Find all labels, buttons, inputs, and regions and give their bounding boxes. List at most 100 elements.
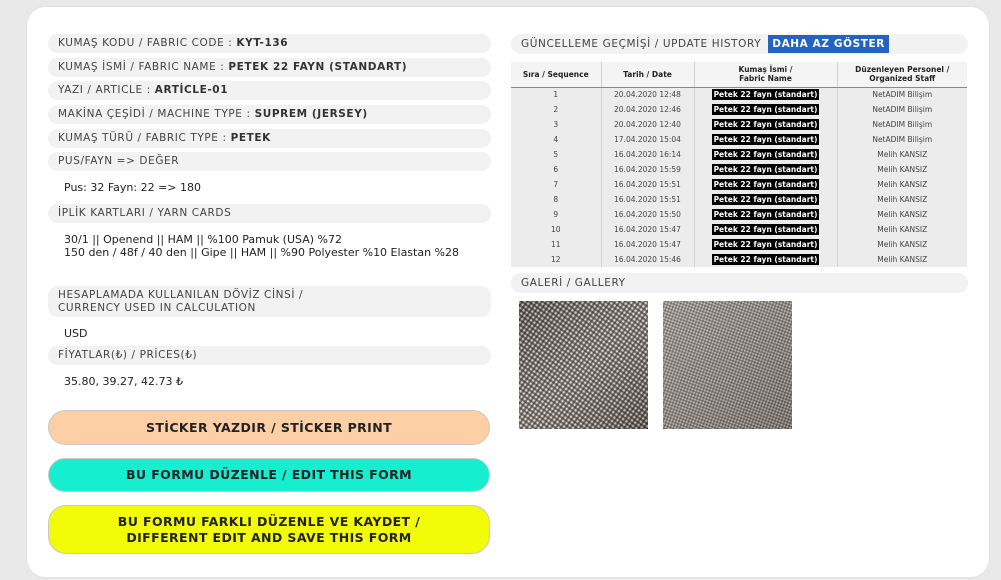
date-cell: 16.04.2020 15:51 xyxy=(601,177,695,192)
fabric-name-badge: Petek 22 fayn (standart) xyxy=(711,104,820,115)
fabric-name-cell: Petek 22 fayn (standart) xyxy=(694,222,838,237)
staff-cell: Melih KANSIZ xyxy=(877,180,928,189)
fabric-name-badge: Petek 22 fayn (standart) xyxy=(711,164,820,175)
sequence-cell: 4 xyxy=(511,132,602,147)
gallery-image[interactable] xyxy=(519,301,648,429)
history-panel: GÜNCELLEME GEÇMİŞİ / UPDATE HISTORY DAHA… xyxy=(511,34,968,429)
edit-form-button[interactable]: BU FORMU DÜZENLE / EDIT THIS FORM xyxy=(48,458,490,492)
save-button-line: DIFFERENT EDIT AND SAVE THIS FORM xyxy=(126,529,412,545)
date-cell: 16.04.2020 16:14 xyxy=(601,147,695,162)
update-history-title: GÜNCELLEME GEÇMİŞİ / UPDATE HISTORY xyxy=(521,38,762,50)
table-row: 3 20.04.2020 12:40 Petek 22 fayn (standart… xyxy=(511,117,967,132)
date-cell: 20.04.2020 12:48 xyxy=(601,87,695,102)
fabric-name-cell: Petek 22 fayn (standart) xyxy=(694,207,838,222)
fabric-type-label: KUMAŞ TÜRÜ / FABRIC TYPE : xyxy=(58,132,227,144)
fabric-name-badge: Petek 22 fayn (standart) xyxy=(711,134,820,145)
fabric-name-cell: Petek 22 fayn (standart) xyxy=(694,252,838,267)
sequence-cell: 5 xyxy=(511,147,602,162)
prices-label: FİYATLAR(₺) / PRİCES(₺) xyxy=(48,346,491,365)
fabric-name-badge: Petek 22 fayn (standart) xyxy=(711,149,820,160)
article-value: ARTİCLE-01 xyxy=(154,84,229,96)
staff-cell: NetADIM Bilişim xyxy=(872,120,933,129)
date-cell: 16.04.2020 15:59 xyxy=(601,162,695,177)
article-label: YAZI / ARTICLE : xyxy=(58,84,151,96)
sequence-cell: 7 xyxy=(511,177,602,192)
save-button-line: BU FORMU FARKLI DÜZENLE VE KAYDET / xyxy=(117,513,421,529)
date-cell: 16.04.2020 15:47 xyxy=(601,237,695,252)
table-row: 6 16.04.2020 15:59 Petek 22 fayn (standart… xyxy=(511,162,967,177)
yarn-cards-label: İPLİK KARTLARI / YARN CARDS xyxy=(48,204,491,223)
yarn-cards-list: 30/1 || Openend || HAM || %100 Pamuk (US… xyxy=(48,223,491,286)
machine-type-value: SUPREM (JERSEY) xyxy=(254,108,368,120)
date-cell: 20.04.2020 12:46 xyxy=(601,102,695,117)
staff-cell: NetADIM Bilişim xyxy=(872,135,933,144)
table-row: 11 16.04.2020 15:47 Petek 22 fayn (standar… xyxy=(511,237,967,252)
fabric-name-cell: Petek 22 fayn (standart) xyxy=(694,117,838,132)
update-history-table: Sıra / Sequence Tarih / Date Kumaş İsmi … xyxy=(511,62,967,267)
staff-column-header: Düzenleyen Personel / Organized Staff xyxy=(837,62,967,88)
fabric-name-badge: Petek 22 fayn (standart) xyxy=(711,194,820,205)
sequence-cell: 8 xyxy=(511,192,602,207)
fabric-name-cell: Petek 22 fayn (standart) xyxy=(694,132,838,147)
sequence-cell: 2 xyxy=(511,102,602,117)
sequence-cell: 11 xyxy=(511,237,602,252)
sequence-cell: 3 xyxy=(511,117,602,132)
table-row: 9 16.04.2020 15:50 Petek 22 fayn (standart… xyxy=(511,207,967,222)
machine-type-row: MAKİNA ÇEŞİDİ / MACHINE TYPE : SUPREM (J… xyxy=(48,105,491,124)
sequence-cell: 1 xyxy=(511,87,602,102)
staff-cell: NetADIM Bilişim xyxy=(872,90,933,100)
date-cell: 16.04.2020 15:51 xyxy=(601,192,695,207)
fabric-name-value: PETEK 22 FAYN (STANDART) xyxy=(228,61,408,73)
sequence-cell: 12 xyxy=(511,252,602,267)
fabric-code-value: KYT-136 xyxy=(236,37,289,49)
fabric-photo-light xyxy=(663,301,792,429)
prices-value: 35.80, 39.27, 42.73 ₺ xyxy=(64,375,183,388)
fabric-code-label: KUMAŞ KODU / FABRIC CODE : xyxy=(58,37,233,49)
staff-cell: NetADIM Bilişim xyxy=(872,105,933,114)
staff-cell: Melih KANSIZ xyxy=(877,210,928,219)
sequence-cell: 9 xyxy=(511,207,602,222)
history-rows: 1 20.04.2020 12:48 Petek 22 fayn (standart… xyxy=(511,87,967,267)
sequence-column-header: Sıra / Sequence xyxy=(511,62,602,88)
fabric-name-badge: Petek 22 fayn (standart) xyxy=(711,224,820,235)
fabric-type-value: PETEK xyxy=(230,132,271,144)
yarn-card-line: 150 den / 48f / 40 den || Gipe || HAM ||… xyxy=(64,245,460,259)
date-cell: 16.04.2020 15:46 xyxy=(601,252,695,267)
staff-cell: Melih KANSIZ xyxy=(877,225,928,234)
different-edit-save-button[interactable]: BU FORMU FARKLI DÜZENLE VE KAYDET / DIFF… xyxy=(48,505,490,554)
fabric-name-cell: Petek 22 fayn (standart) xyxy=(694,237,838,252)
fabric-name-label: KUMAŞ İSMİ / FABRIC NAME : xyxy=(58,61,225,73)
article-row: YAZI / ARTICLE : ARTİCLE-01 xyxy=(48,81,491,100)
table-row: 5 16.04.2020 16:14 Petek 22 fayn (standart… xyxy=(511,147,967,162)
fabric-name-badge: Petek 22 fayn (standart) xyxy=(711,89,820,101)
pus-fayn-value: Pus: 32 Fayn: 22 => 180 xyxy=(64,181,202,194)
sticker-print-button[interactable]: STİCKER YAZDIR / STİCKER PRINT xyxy=(48,410,490,445)
table-row: 1 20.04.2020 12:48 Petek 22 fayn (standart… xyxy=(511,87,967,102)
fabric-name-cell: Petek 22 fayn (standart) xyxy=(694,87,838,102)
fabric-name-cell: Petek 22 fayn (standart) xyxy=(694,192,838,207)
table-row: 7 16.04.2020 15:51 Petek 22 fayn (standart… xyxy=(511,177,967,192)
date-cell: 16.04.2020 15:50 xyxy=(601,207,695,222)
fabric-name-badge: Petek 22 fayn (standart) xyxy=(711,119,820,130)
sequence-cell: 10 xyxy=(511,222,602,237)
staff-cell: Melih KANSIZ xyxy=(877,195,928,204)
fabric-name-cell: Petek 22 fayn (standart) xyxy=(694,177,838,192)
show-less-button[interactable]: DAHA AZ GÖSTER xyxy=(768,35,889,53)
date-cell: 20.04.2020 12:40 xyxy=(601,117,695,132)
sequence-cell: 6 xyxy=(511,162,602,177)
table-row: 4 17.04.2020 15:04 Petek 22 fayn (standart… xyxy=(511,132,967,147)
table-header-row: Sıra / Sequence Tarih / Date Kumaş İsmi … xyxy=(511,62,967,88)
staff-cell: Melih KANSIZ xyxy=(877,150,928,159)
fabric-type-row: KUMAŞ TÜRÜ / FABRIC TYPE : PETEK xyxy=(48,129,491,148)
update-history-header: GÜNCELLEME GEÇMİŞİ / UPDATE HISTORY DAHA… xyxy=(511,34,968,54)
table-row: 8 16.04.2020 15:51 Petek 22 fayn (standart… xyxy=(511,192,967,207)
table-row: 10 16.04.2020 15:47 Petek 22 fayn (standar… xyxy=(511,222,967,237)
fabric-name-cell: Petek 22 fayn (standart) xyxy=(694,102,838,117)
fabric-name-badge: Petek 22 fayn (standart) xyxy=(711,239,820,250)
date-cell: 16.04.2020 15:47 xyxy=(601,222,695,237)
date-cell: 17.04.2020 15:04 xyxy=(601,132,695,147)
gallery-image[interactable] xyxy=(663,301,792,429)
fabric-photo-dark xyxy=(519,301,648,429)
table-row: 12 16.04.2020 15:46 Petek 22 fayn (standar… xyxy=(511,252,967,267)
fabric-details: KUMAŞ KODU / FABRIC CODE : KYT-136 KUMAŞ… xyxy=(48,34,491,389)
